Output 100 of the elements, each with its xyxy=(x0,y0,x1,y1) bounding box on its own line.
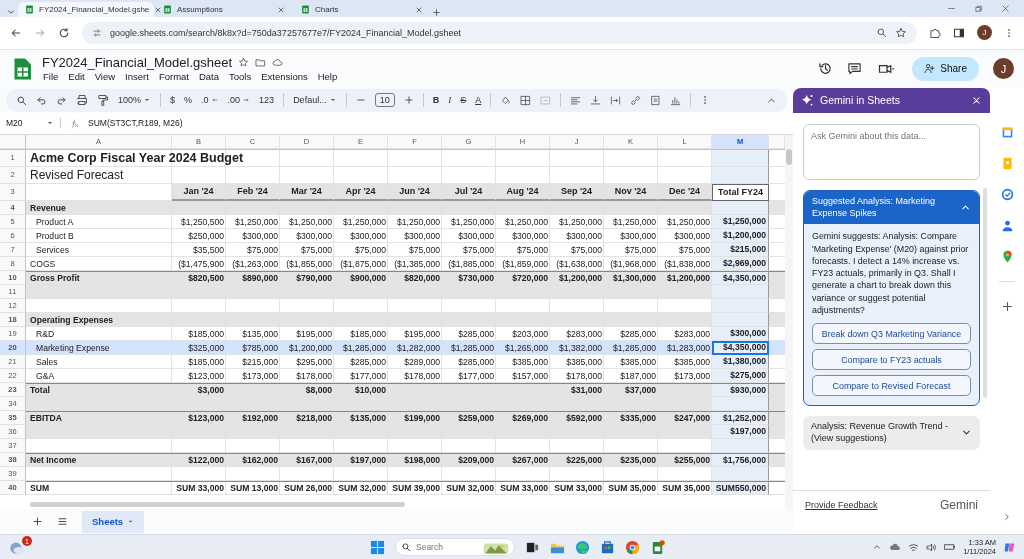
site-settings-icon[interactable] xyxy=(92,27,102,38)
map-pin-icon[interactable] xyxy=(1000,249,1014,263)
cloud-icon[interactable] xyxy=(272,57,284,69)
document-title[interactable]: FY2024_Financial_Model.gsheet xyxy=(42,55,233,71)
increase-decimal-button[interactable]: .00 xyxy=(227,95,251,106)
new-tab-icon[interactable] xyxy=(432,8,441,17)
battery-icon[interactable] xyxy=(944,541,957,553)
suggestion-button[interactable]: Compare to Revised Forecast xyxy=(812,375,971,397)
history-icon[interactable] xyxy=(818,61,834,77)
sheets-app-icon[interactable] xyxy=(650,539,665,555)
store-icon[interactable] xyxy=(600,539,615,555)
formula-text[interactable]: SUM(ST3CT,R189, M26) xyxy=(88,118,183,129)
star-icon[interactable] xyxy=(895,26,907,39)
wifi-icon[interactable] xyxy=(908,541,920,553)
borders-icon[interactable] xyxy=(520,94,532,106)
menu-icon[interactable] xyxy=(57,516,68,528)
feedback-link[interactable]: Provide Feedback xyxy=(805,500,878,511)
close-icon[interactable] xyxy=(971,94,982,106)
merge-cells-icon[interactable] xyxy=(540,94,552,106)
number-format-button[interactable]: 123 xyxy=(259,95,275,106)
italic-button[interactable]: I xyxy=(448,95,452,106)
suggestion-button[interactable]: Break down Q3 Marketing Variance xyxy=(812,323,971,345)
table-cell: $199,000 xyxy=(388,410,442,425)
chevron-up-icon[interactable] xyxy=(872,542,883,552)
calendar-icon[interactable] xyxy=(1000,125,1014,139)
table-cell-text: $177,000 xyxy=(349,369,387,383)
table-cell-text: ($1,968,000 xyxy=(609,257,657,271)
tasks-icon[interactable] xyxy=(1000,187,1014,201)
table-cell-text: $1,250,000 xyxy=(504,215,549,229)
sheet-tab[interactable]: Sheets xyxy=(82,510,145,533)
speaker-icon[interactable] xyxy=(926,541,938,553)
browser-tab[interactable]: Charts xyxy=(294,2,430,17)
chrome-icon[interactable] xyxy=(625,539,640,555)
add-sheet-icon[interactable] xyxy=(32,516,43,528)
menu-item[interactable]: View xyxy=(93,71,117,83)
close-icon[interactable] xyxy=(1001,4,1010,13)
side-panel-icon[interactable] xyxy=(953,26,965,39)
text-color-button[interactable]: A xyxy=(475,95,482,106)
plus-icon[interactable] xyxy=(403,95,414,106)
menu-item[interactable]: Data xyxy=(197,71,221,83)
cloud-icon[interactable] xyxy=(889,541,902,553)
menu-item[interactable]: Help xyxy=(316,71,339,83)
contacts-icon[interactable] xyxy=(1000,218,1014,232)
menu-item[interactable]: File xyxy=(42,71,60,83)
prompt-field[interactable]: Ask Gemini about this data... xyxy=(803,123,980,180)
scrollbar[interactable] xyxy=(786,148,792,165)
account-avatar[interactable]: J xyxy=(993,58,1014,80)
dropdown-icon[interactable] xyxy=(6,7,16,17)
name-box[interactable]: M20 xyxy=(6,118,23,129)
close-icon[interactable] xyxy=(154,5,163,14)
chevron-right-icon[interactable] xyxy=(1002,512,1012,523)
scrollbar[interactable] xyxy=(983,187,987,398)
font-size-field[interactable]: 10 xyxy=(374,93,395,108)
decrease-decimal-button[interactable]: .0 xyxy=(201,95,219,106)
star-icon[interactable] xyxy=(238,57,250,69)
plus-icon[interactable] xyxy=(1000,299,1014,313)
currency-button[interactable]: $ xyxy=(170,95,176,106)
address-bar[interactable]: google.sheets.com/search/8k8x?d=750da37257677e7/FY2024_Financial_Model.gsheet xyxy=(82,21,917,44)
redo-icon[interactable] xyxy=(56,94,67,106)
menu-item[interactable]: Tools xyxy=(228,71,253,83)
zoom-icon[interactable] xyxy=(876,27,887,39)
undo-icon[interactable] xyxy=(36,94,47,106)
close-icon[interactable] xyxy=(277,5,285,14)
percent-button[interactable]: % xyxy=(184,95,193,106)
valign-icon[interactable] xyxy=(590,94,602,106)
table-cell-text: $75,000 xyxy=(299,243,333,257)
restore-icon[interactable] xyxy=(974,4,983,13)
reload-icon[interactable] xyxy=(58,26,70,39)
strikethrough-button[interactable]: S xyxy=(460,95,467,106)
start-icon[interactable] xyxy=(370,539,385,555)
folder-icon[interactable] xyxy=(255,57,267,69)
comment-icon[interactable] xyxy=(847,61,863,77)
browser-tab[interactable]: Assumptions xyxy=(156,2,292,17)
extensions-icon[interactable] xyxy=(929,26,941,39)
chart-icon[interactable] xyxy=(670,94,682,106)
wrap-icon[interactable] xyxy=(610,94,622,106)
share-button[interactable]: Share xyxy=(912,56,979,81)
table-cell-text: $285,000 xyxy=(349,355,387,369)
profile-avatar[interactable]: J xyxy=(977,25,992,41)
bold-button[interactable]: B xyxy=(432,95,440,106)
menu-item[interactable]: Insert xyxy=(124,71,150,83)
card-title[interactable]: Analysis: Revenue Growth Trend - (View suggestions) xyxy=(811,421,957,445)
close-icon[interactable] xyxy=(415,5,423,14)
zoom-dropdown[interactable]: 100% xyxy=(118,95,152,106)
search-icon[interactable] xyxy=(16,94,27,106)
comment-add-icon[interactable] xyxy=(650,94,662,106)
scrollbar[interactable] xyxy=(30,502,405,508)
browser-icon[interactable] xyxy=(575,539,590,555)
menu-item[interactable]: Extensions xyxy=(260,71,309,83)
paint-format-icon[interactable] xyxy=(97,94,109,107)
back-icon[interactable] xyxy=(10,26,22,39)
menu-item[interactable]: Format xyxy=(157,71,190,83)
font-dropdown[interactable]: Defaul... xyxy=(293,95,337,106)
align-icon[interactable] xyxy=(570,94,582,106)
link-icon[interactable] xyxy=(630,94,642,106)
suggestion-button[interactable]: Compare to FY23 actuals xyxy=(812,349,971,371)
print-icon[interactable] xyxy=(76,94,88,107)
copilot-icon[interactable] xyxy=(1003,540,1016,554)
fill-color-icon[interactable] xyxy=(500,94,512,106)
menu-item[interactable]: Edit xyxy=(67,71,86,83)
